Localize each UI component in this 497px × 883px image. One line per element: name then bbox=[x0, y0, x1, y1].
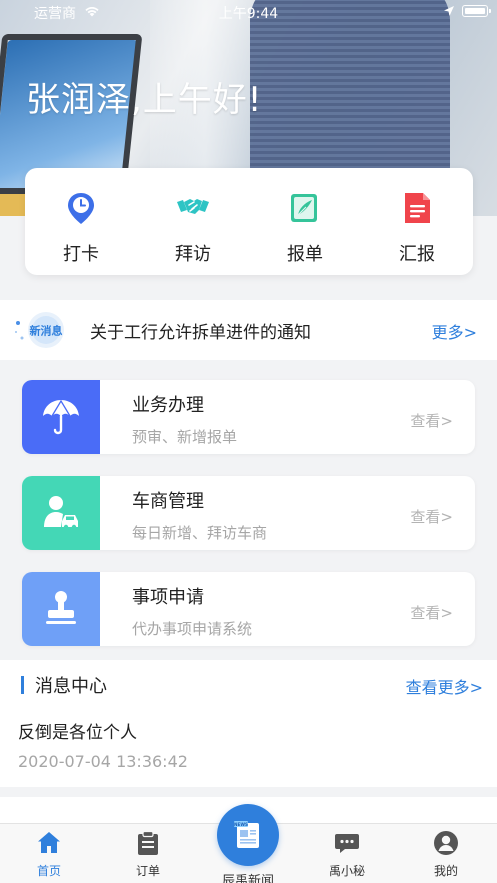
tab-label: 首页 bbox=[36, 864, 61, 878]
message-item-text[interactable]: 反倒是各位个人 bbox=[18, 718, 137, 743]
section-accent-bar bbox=[21, 676, 24, 694]
service-title: 业务办理 bbox=[132, 395, 204, 416]
message-center-title: 消息中心 bbox=[35, 676, 107, 697]
bottom-tab-bar: 首页 订单 NEWS 辰禹新闻 禹小秘 我的 bbox=[0, 804, 497, 883]
quick-action-label: 汇报 bbox=[399, 244, 435, 265]
edit-form-icon bbox=[291, 194, 317, 222]
service-subtitle: 预审、新增报单 bbox=[132, 428, 238, 446]
tab-profile[interactable]: 我的 bbox=[406, 830, 486, 879]
status-bar: 运营商 上午9:44 bbox=[0, 0, 497, 24]
tab-label: 订单 bbox=[135, 864, 160, 878]
service-view-link[interactable]: 查看> bbox=[410, 410, 453, 431]
user-avatar-icon bbox=[434, 831, 458, 855]
service-subtitle: 代办事项申请系统 bbox=[132, 620, 253, 638]
clipboard-icon bbox=[138, 830, 158, 855]
tab-label: 我的 bbox=[433, 864, 458, 878]
service-view-link[interactable]: 查看> bbox=[410, 506, 453, 527]
quick-action-label: 打卡 bbox=[63, 244, 99, 265]
umbrella-icon bbox=[43, 399, 79, 435]
quick-action-visit[interactable]: 拜访 bbox=[137, 168, 249, 275]
message-center: 消息中心 查看更多> 反倒是各位个人 2020-07-04 13:36:42 bbox=[0, 660, 497, 787]
service-icon-tile bbox=[22, 380, 100, 454]
quick-action-label: 报单 bbox=[287, 244, 323, 265]
service-card-dealer[interactable]: 车商管理 每日新增、拜访车商 查看> bbox=[22, 476, 475, 550]
news-icon: NEWS bbox=[234, 821, 259, 848]
notice-text: 关于工行允许拆单进件的通知 bbox=[90, 323, 311, 343]
service-icon-tile bbox=[22, 572, 100, 646]
greeting-title: 张润泽,上午好! bbox=[26, 80, 263, 120]
service-view-link[interactable]: 查看> bbox=[410, 602, 453, 623]
service-icon-tile bbox=[22, 476, 100, 550]
new-message-badge-icon: 新消息 bbox=[15, 312, 64, 348]
report-document-icon bbox=[405, 193, 430, 223]
tab-assistant[interactable]: 禹小秘 bbox=[307, 830, 387, 879]
service-card-request[interactable]: 事项申请 代办事项申请系统 查看> bbox=[22, 572, 475, 646]
handshake-icon bbox=[177, 199, 209, 214]
chat-bubble-icon bbox=[335, 834, 359, 853]
status-time: 上午9:44 bbox=[218, 6, 279, 22]
quick-action-report[interactable]: 汇报 bbox=[361, 168, 473, 275]
home-icon bbox=[38, 832, 60, 853]
service-title: 事项申请 bbox=[132, 587, 204, 608]
location-arrow-icon bbox=[444, 6, 454, 16]
tab-home[interactable]: 首页 bbox=[9, 830, 89, 879]
stamp-icon bbox=[46, 591, 76, 624]
quick-action-submit-order[interactable]: 报单 bbox=[249, 168, 361, 275]
notice-more-link[interactable]: 更多> bbox=[432, 319, 477, 343]
quick-action-label: 拜访 bbox=[175, 244, 211, 265]
notice-bar[interactable]: 新消息 关于工行允许拆单进件的通知 更多> bbox=[0, 300, 497, 360]
notice-badge-label: 新消息 bbox=[30, 324, 63, 338]
svg-text:NEWS: NEWS bbox=[234, 822, 248, 827]
tab-news[interactable]: NEWS 辰禹新闻 bbox=[208, 804, 288, 883]
tab-orders[interactable]: 订单 bbox=[108, 830, 188, 879]
quick-action-clock-in[interactable]: 打卡 bbox=[25, 168, 137, 275]
clock-pin-icon bbox=[68, 193, 94, 224]
message-item-time: 2020-07-04 13:36:42 bbox=[18, 752, 188, 771]
battery-icon bbox=[462, 5, 491, 17]
tab-label: 禹小秘 bbox=[328, 864, 365, 878]
service-card-business[interactable]: 业务办理 预审、新增报单 查看> bbox=[22, 380, 475, 454]
tab-label: 辰禹新闻 bbox=[221, 874, 274, 883]
quick-actions-card: 打卡 拜访 报单 汇报 bbox=[25, 168, 473, 275]
service-title: 车商管理 bbox=[132, 491, 204, 512]
person-car-icon bbox=[44, 496, 78, 530]
message-center-more-link[interactable]: 查看更多> bbox=[406, 674, 483, 698]
news-fab[interactable]: NEWS bbox=[217, 804, 279, 866]
service-subtitle: 每日新增、拜访车商 bbox=[132, 524, 268, 542]
